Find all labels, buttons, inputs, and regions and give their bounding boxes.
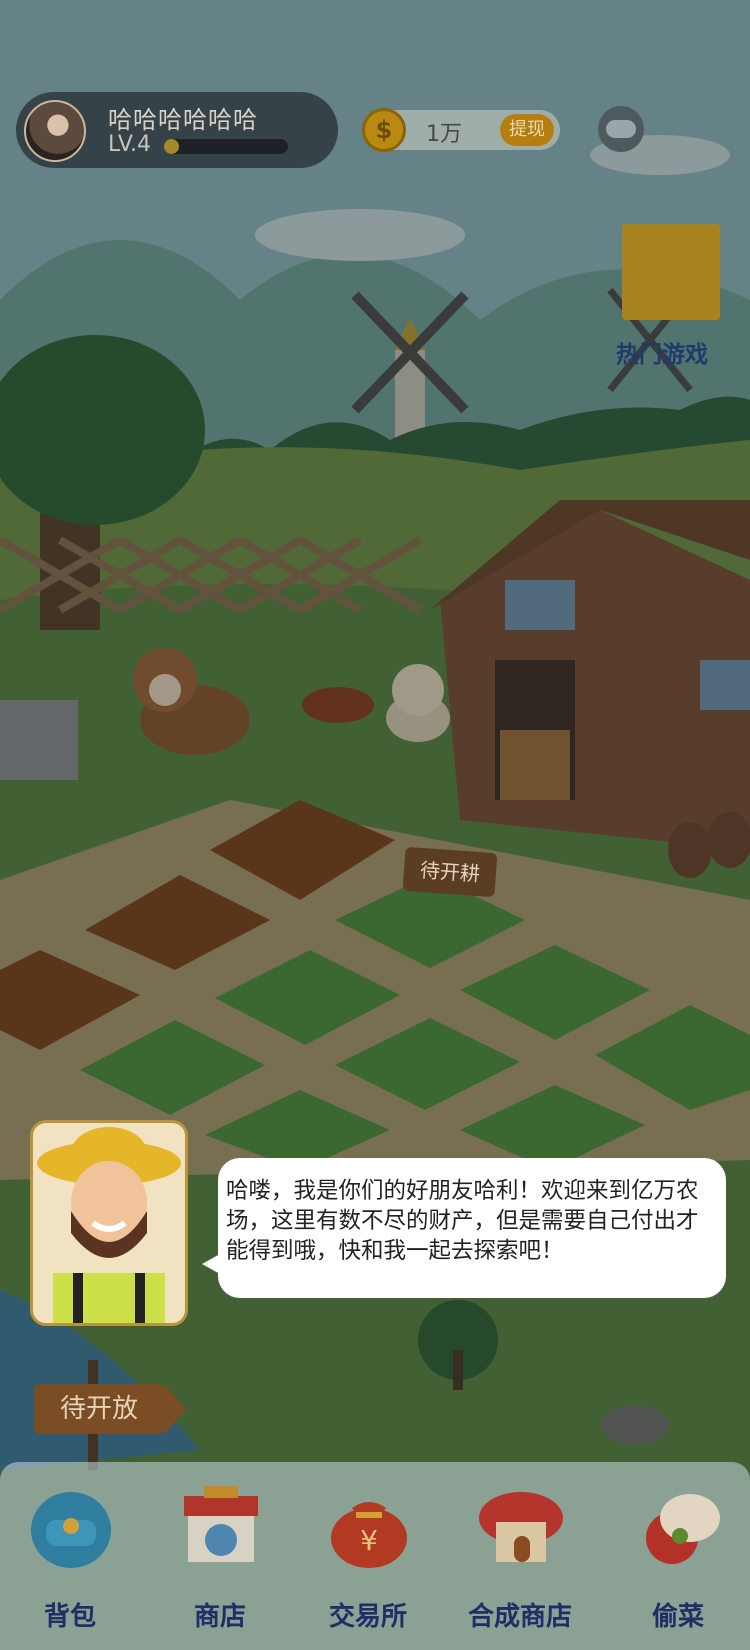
hot-games-label[interactable]: 热门游戏 <box>616 335 708 369</box>
nav-label-steal: 偷菜 <box>651 1602 704 1632</box>
level-progress-bar <box>164 139 288 154</box>
road-sign[interactable]: 待开放 <box>34 1384 186 1434</box>
level-progress-fill <box>164 139 179 154</box>
steal-hand-icon <box>646 1494 720 1564</box>
nav-label-merge-shop: 合成商店 <box>467 1602 572 1632</box>
player-profile[interactable]: 哈哈哈哈哈哈 LV.4 <box>16 92 338 168</box>
farmer-icon <box>37 1127 181 1323</box>
house-icon <box>479 1492 563 1562</box>
nav-label-shop: 商店 <box>193 1602 246 1632</box>
hot-games-thumbnail[interactable] <box>622 224 720 320</box>
farmer-avatar <box>30 1120 188 1326</box>
shop-icon <box>184 1486 258 1562</box>
nav-label-exchange: 交易所 <box>328 1602 407 1632</box>
nav-exchange[interactable]: ¥ 交易所 <box>298 1468 438 1638</box>
dialog-bubble[interactable]: 哈喽，我是你们的好朋友哈利！欢迎来到亿万农场，这里有数不尽的财产，但是需要自己付… <box>202 1158 726 1298</box>
nav-merge-shop[interactable]: 合成商店 <box>450 1468 590 1638</box>
yuan-symbol: ¥ <box>360 1524 378 1557</box>
player-level: LV.4 <box>108 132 152 157</box>
nav-steal[interactable]: 偷菜 <box>608 1468 748 1638</box>
backpack-icon <box>31 1492 111 1568</box>
field-sign[interactable]: 待开耕 <box>402 846 498 898</box>
player-name: 哈哈哈哈哈哈 <box>108 106 258 134</box>
avatar[interactable] <box>24 100 86 162</box>
weather-cloud <box>606 120 636 138</box>
money-bag-icon: ¥ <box>331 1502 407 1568</box>
coin-balance: $ 1万 提现 <box>362 108 560 152</box>
withdraw-button[interactable]: 提现 <box>500 114 554 146</box>
nav-label-backpack: 背包 <box>43 1602 96 1632</box>
cloudy-icon[interactable] <box>598 106 644 152</box>
nav-backpack[interactable]: 背包 <box>0 1468 140 1638</box>
coin-amount: 1万 <box>426 122 462 147</box>
nav-shop[interactable]: 商店 <box>150 1468 290 1638</box>
coin-icon: $ <box>362 108 406 152</box>
